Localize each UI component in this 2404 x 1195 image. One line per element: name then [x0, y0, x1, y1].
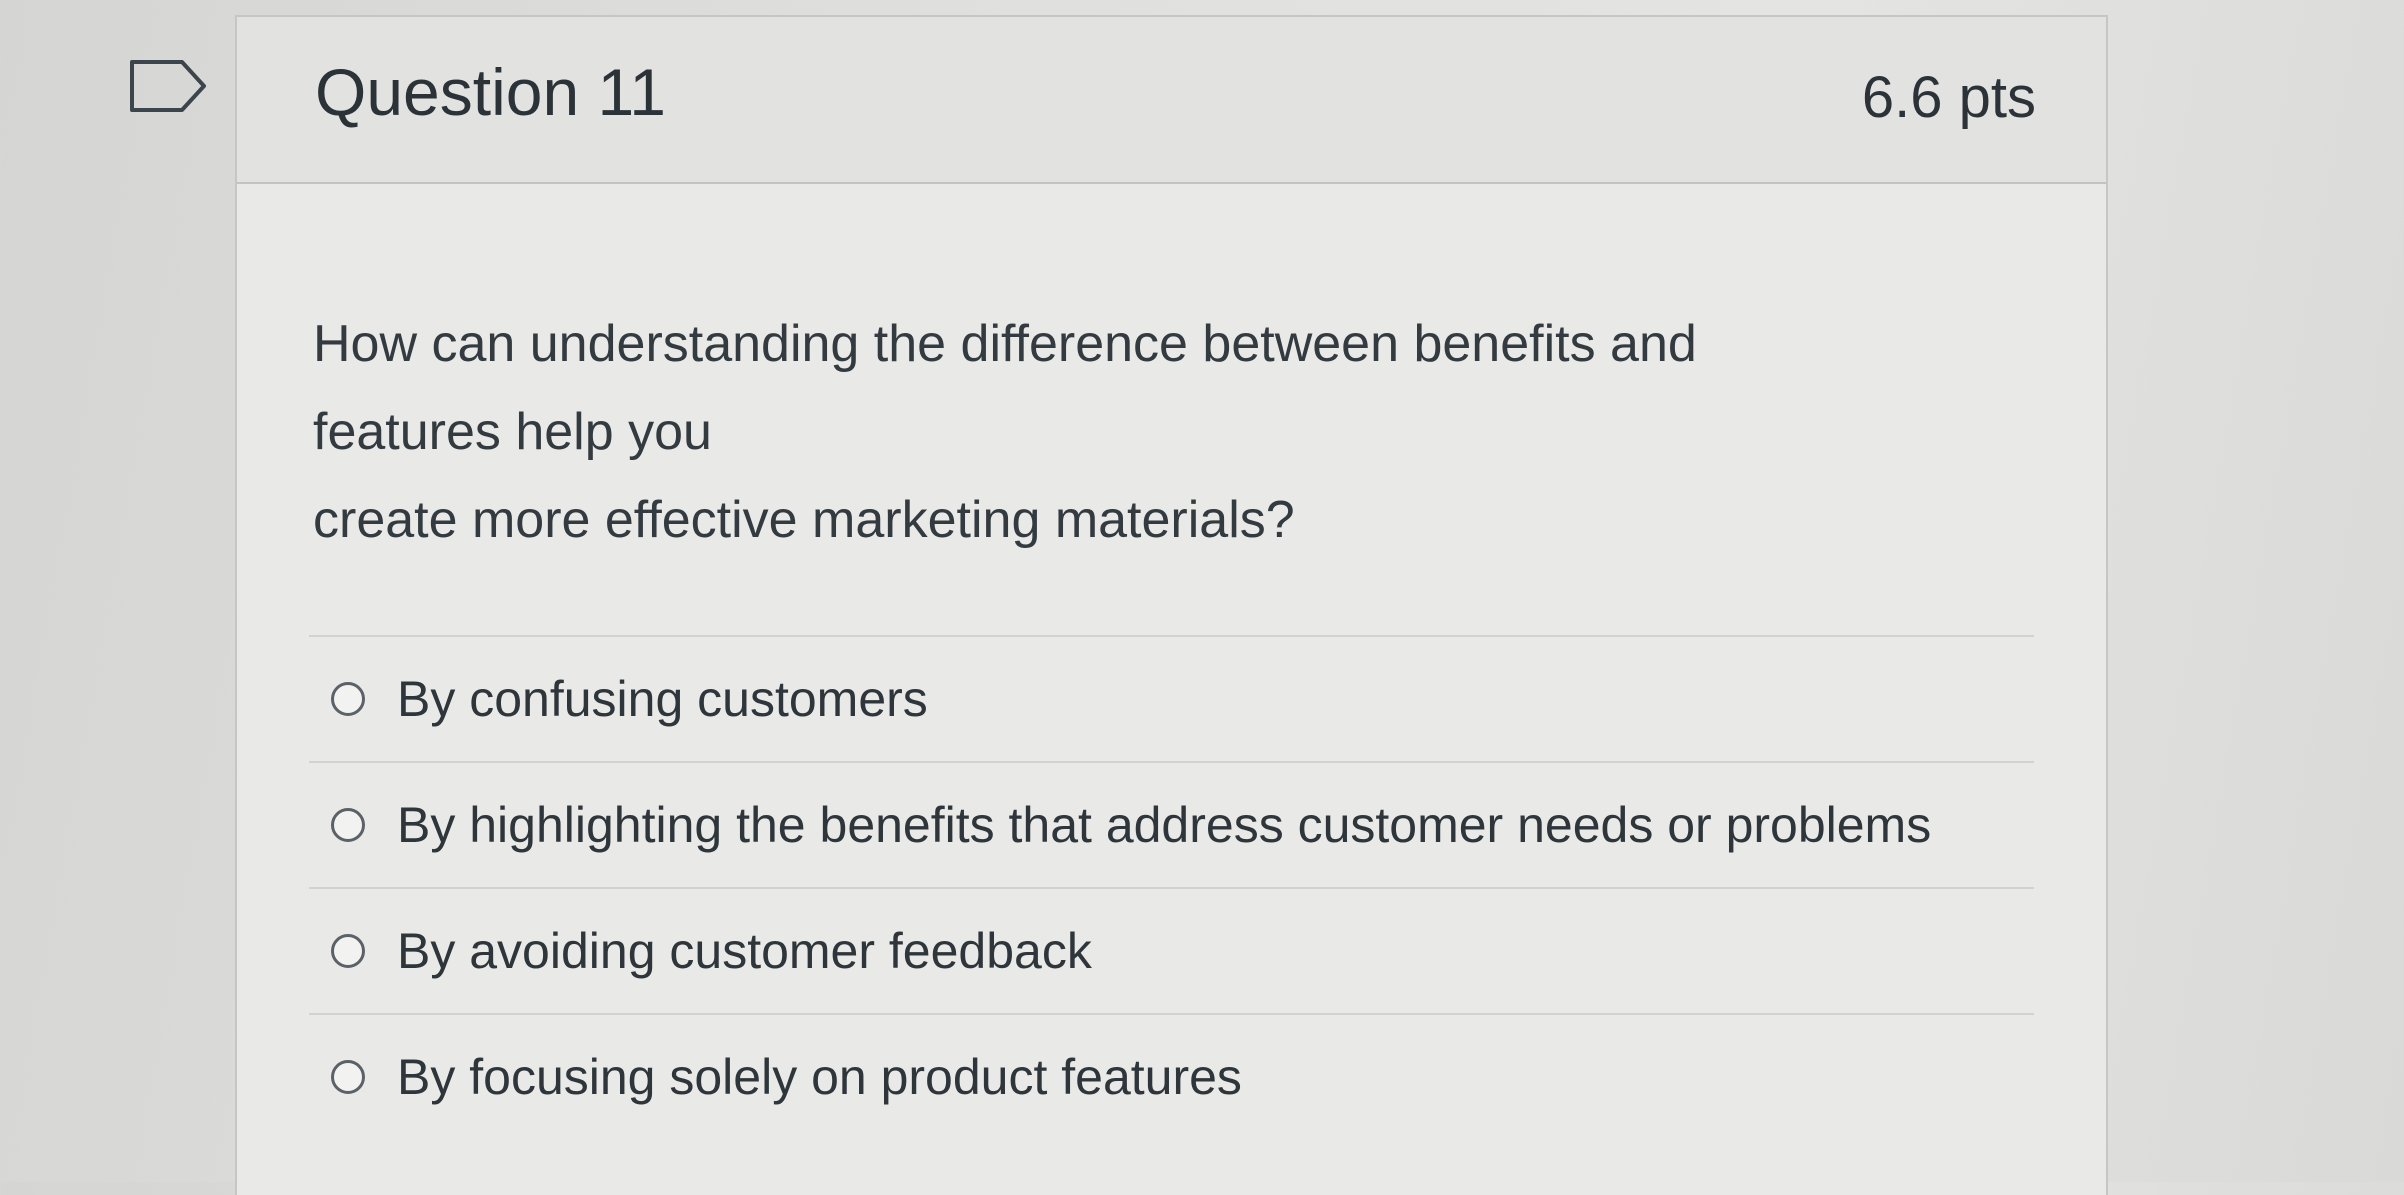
radio-button[interactable] [331, 682, 365, 716]
answer-list: By confusing customers By highlighting t… [309, 635, 2034, 1139]
question-text-line: create more effective marketing material… [313, 491, 1295, 549]
question-text: How can understanding the difference bet… [313, 300, 2013, 564]
question-text-line: How can understanding the difference bet… [313, 315, 1697, 373]
question-title: Question 11 [315, 55, 667, 129]
answer-option[interactable]: By confusing customers [309, 635, 2034, 761]
answer-option[interactable]: By highlighting the benefits that addres… [309, 761, 2034, 887]
answer-option[interactable]: By avoiding customer feedback [309, 887, 2034, 1013]
question-card: Question 11 6.6 pts How can understandin… [235, 15, 2108, 1195]
answer-label[interactable]: By focusing solely on product features [397, 1048, 1242, 1106]
answer-label[interactable]: By avoiding customer feedback [397, 922, 1092, 980]
question-points: 6.6 pts [1861, 65, 2036, 130]
flag-question-icon[interactable] [130, 60, 208, 112]
question-header: Question 11 6.6 pts [237, 17, 2106, 184]
radio-button[interactable] [331, 934, 365, 968]
radio-button[interactable] [331, 1060, 365, 1094]
question-text-line: features help you [313, 403, 712, 461]
answer-option[interactable]: By focusing solely on product features [309, 1013, 2034, 1139]
radio-button[interactable] [331, 808, 365, 842]
answer-label[interactable]: By highlighting the benefits that addres… [397, 796, 1931, 854]
answer-label[interactable]: By confusing customers [397, 670, 928, 728]
